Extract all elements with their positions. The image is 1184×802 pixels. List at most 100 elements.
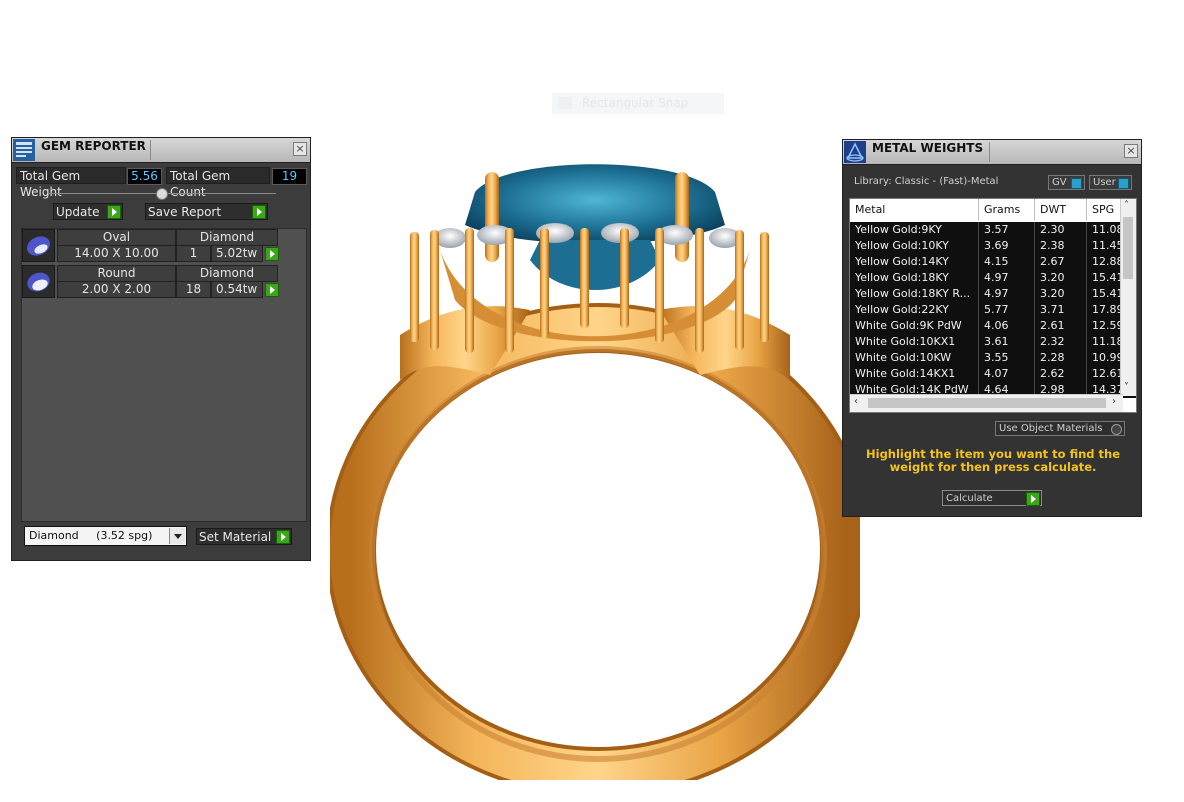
metal-name: Yellow Gold:9KY [850, 222, 979, 238]
gem-size: 14.00 X 10.00 [57, 245, 176, 262]
gem-list-row[interactable]: Oval Diamond 14.00 X 10.00 1 5.02tw [22, 229, 280, 263]
metal-table-row[interactable]: Yellow Gold:9KY 3.57 2.30 11.08 [850, 222, 1136, 238]
metal-table-row[interactable]: Yellow Gold:18KY R... 4.97 3.20 15.41 [850, 286, 1136, 302]
gem-shape: Round [57, 265, 176, 282]
ring-shank [330, 303, 860, 780]
chevron-up-icon[interactable]: ˄ [1124, 200, 1129, 211]
vertical-scrollbar[interactable]: ˄ ˅ [1120, 199, 1136, 396]
metal-grams: 3.69 [979, 238, 1035, 254]
gem-weight: 5.02tw [211, 245, 263, 262]
calculate-button-label: Calculate [946, 493, 993, 504]
gem-material: Diamond [176, 229, 278, 246]
user-toggle-label: User [1093, 177, 1116, 188]
total-gem-count-label: Total Gem Count [166, 167, 270, 199]
gv-toggle-label: GV [1052, 177, 1067, 188]
set-material-button[interactable]: Set Material [196, 528, 292, 545]
gem-reporter-titlebar[interactable]: GEM REPORTER × [12, 138, 310, 163]
gem-count: 18 [176, 281, 211, 298]
metal-name: Yellow Gold:10KY [850, 238, 979, 254]
metal-name: White Gold:10KX1 [850, 334, 979, 350]
scroll-thumb[interactable] [868, 398, 1106, 408]
metal-dwt: 2.32 [1035, 334, 1087, 350]
select-gem-button[interactable] [265, 247, 279, 261]
col-grams[interactable]: Grams [979, 199, 1035, 220]
metal-name: Yellow Gold:14KY [850, 254, 979, 270]
title-separator [150, 140, 151, 160]
col-metal[interactable]: Metal [850, 199, 979, 220]
metal-table-row[interactable]: White Gold:9K PdW 4.06 2.61 12.59 [850, 318, 1136, 334]
metal-dwt: 3.20 [1035, 286, 1087, 302]
splitter-handle[interactable] [156, 188, 168, 200]
radio-indicator-icon [1111, 424, 1122, 435]
oval-gem-thumbnail [22, 229, 55, 262]
gem-report-icon [13, 139, 35, 161]
metal-dwt: 2.38 [1035, 238, 1087, 254]
metal-grams: 3.61 [979, 334, 1035, 350]
instruction-text: Highlight the item you want to find the … [866, 447, 1120, 474]
metal-weight-icon [844, 141, 866, 163]
use-object-materials-checkbox[interactable]: Use Object Materials [995, 421, 1125, 436]
material-select[interactable]: Diamond (3.52 spg) [24, 526, 187, 546]
metal-table-header: Metal Grams DWT SPG [850, 199, 1136, 220]
metal-grams: 4.97 [979, 270, 1035, 286]
metal-table-row[interactable]: Yellow Gold:18KY 4.97 3.20 15.41 [850, 270, 1136, 286]
toggle-indicator-icon [1071, 178, 1082, 189]
chevron-down-icon[interactable]: ˅ [1124, 382, 1129, 393]
snap-icon [558, 97, 572, 109]
metal-table-row[interactable]: White Gold:10KW 3.55 2.28 10.99 [850, 350, 1136, 366]
select-gem-button[interactable] [265, 283, 279, 297]
horizontal-scrollbar[interactable]: ‹ › [850, 394, 1123, 412]
library-label: Library: Classic - (Fast)-Metal [854, 176, 999, 187]
prong [485, 172, 499, 262]
oval-gem-icon [26, 236, 51, 256]
update-button-label: Update [56, 205, 100, 219]
chevron-right-icon[interactable]: › [1112, 396, 1116, 407]
metal-table-row[interactable]: White Gold:14KX1 4.07 2.62 12.61 [850, 366, 1136, 382]
metal-grams: 4.07 [979, 366, 1035, 382]
total-gem-count-value: 19 [272, 168, 307, 185]
save-report-button[interactable]: Save Report [145, 203, 268, 220]
metal-table: Metal Grams DWT SPG Yellow Gold:9KY 3.57 2… [849, 198, 1137, 413]
metal-table-row[interactable]: Yellow Gold:10KY 3.69 2.38 11.45 [850, 238, 1136, 254]
chevron-left-icon[interactable]: ‹ [854, 396, 858, 407]
gem-material: Diamond [176, 265, 278, 282]
user-toggle[interactable]: User [1089, 175, 1132, 190]
metal-dwt: 3.20 [1035, 270, 1087, 286]
metal-dwt: 2.67 [1035, 254, 1087, 270]
metal-table-row[interactable]: Yellow Gold:22KY 5.77 3.71 17.89 [850, 302, 1136, 318]
metal-dwt: 2.28 [1035, 350, 1087, 366]
material-select-value: Diamond (3.52 spg) [29, 529, 153, 542]
total-gem-weight-label: Total Gem Weight [16, 167, 126, 199]
metal-weights-titlebar[interactable]: METAL WEIGHTS × [843, 140, 1141, 165]
metal-table-row[interactable]: Yellow Gold:14KY 4.15 2.67 12.88 [850, 254, 1136, 270]
metal-grams: 4.06 [979, 318, 1035, 334]
metal-dwt: 3.71 [1035, 302, 1087, 318]
metal-name: Yellow Gold:18KY [850, 270, 979, 286]
metal-weights-panel: METAL WEIGHTS × Library: Classic - (Fast… [842, 139, 1142, 517]
col-dwt[interactable]: DWT [1035, 199, 1087, 220]
metal-table-row[interactable]: White Gold:10KX1 3.61 2.32 11.18 [850, 334, 1136, 350]
metal-grams: 3.55 [979, 350, 1035, 366]
gem-shape: Oval [57, 229, 176, 246]
calculate-button[interactable]: Calculate [942, 490, 1042, 506]
metal-dwt: 2.61 [1035, 318, 1087, 334]
gem-list-row[interactable]: Round Diamond 2.00 X 2.00 18 0.54tw [22, 265, 280, 299]
prong [675, 172, 689, 262]
gem-count: 1 [176, 245, 211, 262]
metal-grams: 5.77 [979, 302, 1035, 318]
gem-weight: 0.54tw [211, 281, 263, 298]
close-icon[interactable]: × [293, 142, 307, 156]
scroll-thumb[interactable] [1123, 217, 1133, 279]
save-report-button-label: Save Report [148, 205, 222, 219]
metal-dwt: 2.62 [1035, 366, 1087, 382]
chevron-down-icon[interactable] [169, 528, 185, 544]
set-material-button-label: Set Material [199, 530, 272, 544]
play-arrow-icon [276, 530, 290, 544]
close-icon[interactable]: × [1124, 144, 1138, 158]
metal-grams: 3.57 [979, 222, 1035, 238]
gv-toggle[interactable]: GV [1048, 175, 1085, 190]
update-button[interactable]: Update [53, 203, 123, 220]
play-arrow-icon [252, 205, 266, 219]
ring-render [330, 164, 860, 780]
metal-name: White Gold:10KW [850, 350, 979, 366]
